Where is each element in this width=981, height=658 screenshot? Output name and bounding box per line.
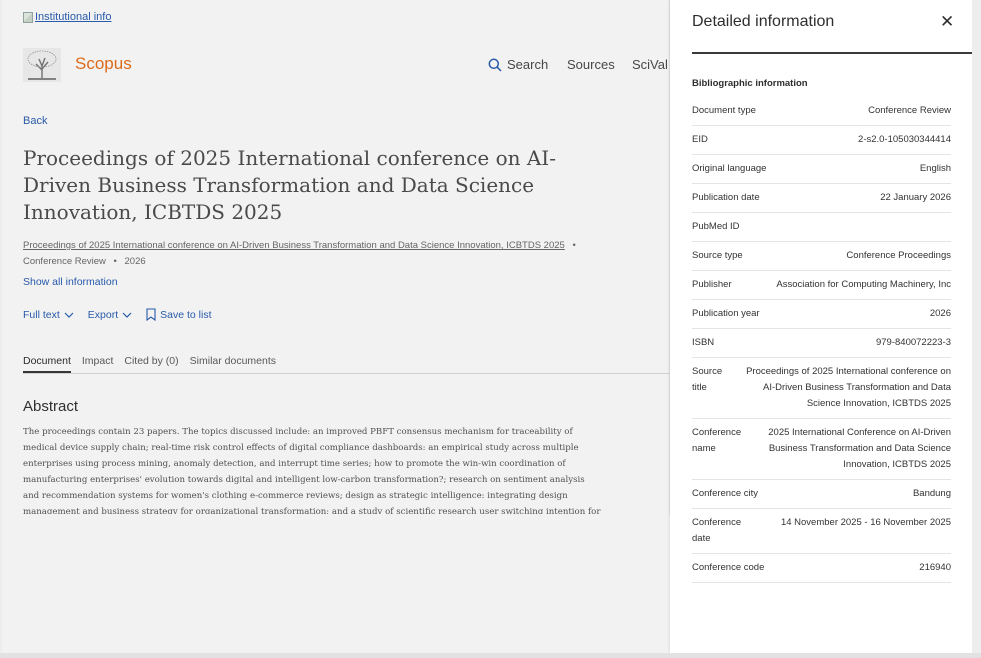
info-row-value: 2-s2.0-105030344414 [858, 134, 951, 145]
info-row: Publication year 2026 [692, 300, 951, 329]
info-row: Publication date 22 January 2026 [692, 184, 951, 213]
info-row-value: 2025 International Conference on AI-Driv… [768, 427, 951, 470]
info-row-key: Publisher [692, 279, 732, 290]
info-row: Conference date 14 November 2025 - 16 Nov… [692, 509, 951, 554]
info-row: Conference code 216940 [692, 554, 951, 583]
info-row-value: 979-840072223-3 [875, 337, 951, 348]
info-row: Source title Proceedings of 2025 Internat… [692, 358, 951, 419]
info-row-key: Conference date [692, 517, 742, 544]
info-row-key: ISBN [692, 337, 715, 348]
info-row-key: Document type [692, 105, 756, 116]
info-row-key: Source type [692, 250, 743, 261]
info-row-key: Original language [692, 163, 767, 174]
info-row-value: 14 November 2025 - 16 November 2025 [780, 517, 951, 528]
info-row-key: Publication date [692, 192, 760, 203]
info-row: PubMed ID [692, 213, 951, 242]
info-row: Original language English [692, 155, 951, 184]
info-row: Conference name 2025 International Confer… [692, 419, 951, 480]
info-row: Document type Conference Review [692, 97, 951, 126]
info-row-value: 22 January 2026 [880, 192, 951, 203]
info-row-value: Conference Proceedings [846, 250, 951, 261]
panel-title-rule [692, 52, 972, 54]
info-row: Source type Conference Proceedings [692, 242, 951, 271]
info-row: Conference city Bandung [692, 480, 951, 509]
detailed-information-panel: Detailed information ✕ Bibliographic inf… [670, 0, 972, 653]
bibliographic-info-list: Document type Conference Review EID 2-s2.0-… [692, 97, 951, 583]
info-row-value: Conference Review [868, 105, 951, 116]
modal-backdrop[interactable] [2, 0, 670, 653]
info-row: ISBN 979-840072223-3 [692, 329, 951, 358]
info-row-key: Conference city [692, 488, 759, 499]
info-row: EID 2-s2.0-105030344414 [692, 126, 951, 155]
info-row-value: English [919, 163, 951, 174]
info-row-key: Source title [692, 366, 723, 393]
info-row-value: 2026 [929, 308, 951, 319]
page: Institutional info Scopus Search Sources… [2, 0, 972, 653]
info-row-key: EID [692, 134, 708, 145]
bibliographic-heading: Bibliographic information [692, 78, 808, 89]
info-row-key: Conference name [692, 427, 742, 454]
panel-title: Detailed information [692, 13, 835, 30]
info-row-key: Publication year [692, 308, 760, 319]
info-row-value: Association for Computing Machinery, Inc [776, 279, 951, 290]
info-row-key: Conference code [692, 562, 765, 573]
info-row-value: 216940 [919, 562, 951, 573]
close-icon[interactable]: ✕ [940, 12, 954, 32]
info-row: Publisher Association for Computing Machi… [692, 271, 951, 300]
window-bottom-edge [0, 653, 981, 658]
info-row-key: PubMed ID [692, 221, 740, 232]
info-row-value: Proceedings of 2025 International confer… [746, 366, 951, 409]
info-row-value: Bandung [912, 488, 951, 499]
